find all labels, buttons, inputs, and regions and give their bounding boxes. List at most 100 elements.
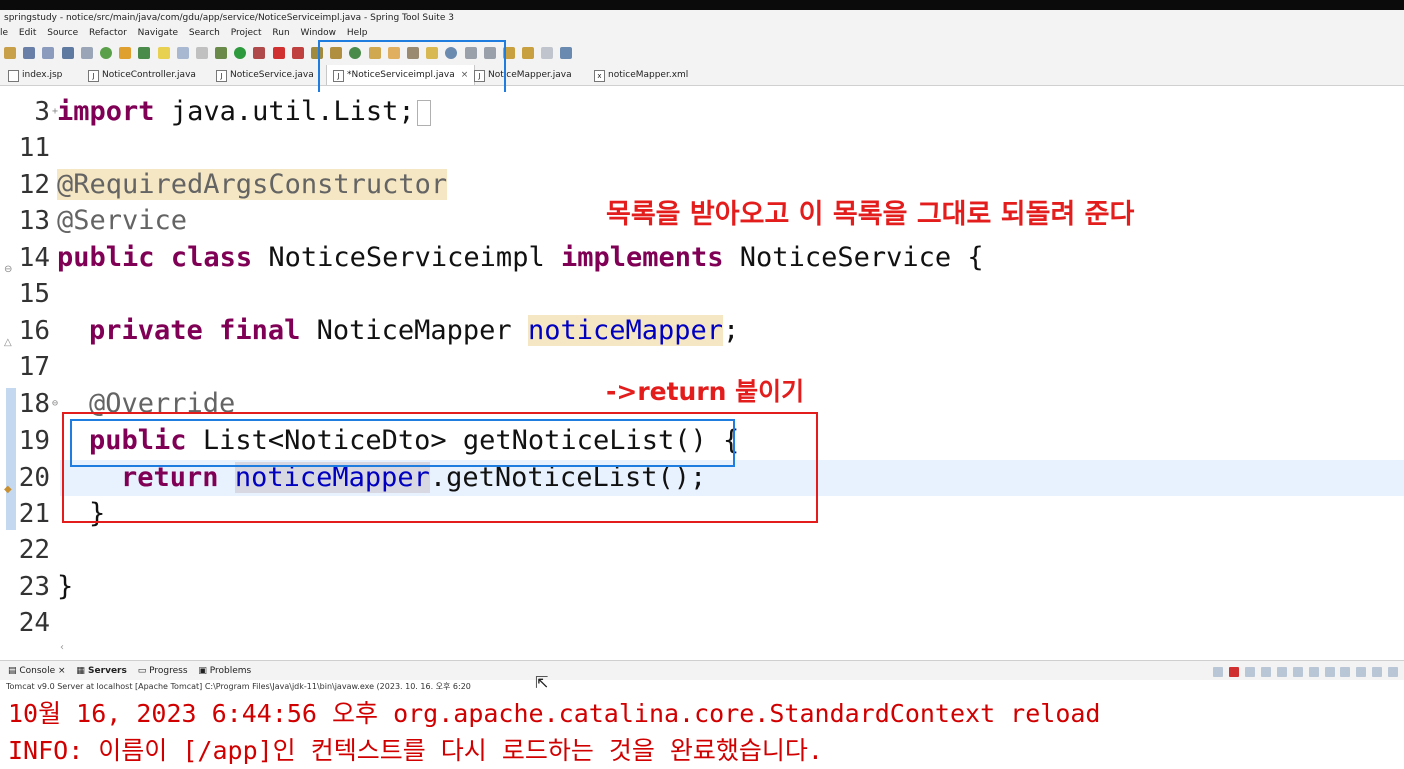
collapse-icon[interactable]: ⊖ (52, 386, 58, 422)
word-wrap-icon[interactable] (1308, 667, 1319, 677)
tab-servers[interactable]: ▦ Servers (76, 661, 126, 681)
debug-icon[interactable] (215, 47, 228, 59)
tab-label: NoticeController.java (102, 70, 196, 80)
cursor-box (416, 99, 431, 126)
new-icon[interactable] (4, 47, 16, 59)
disconnect-icon[interactable] (1213, 667, 1224, 677)
line-number: 20 (18, 463, 50, 493)
tab-label: noticeMapper.xml (608, 70, 689, 80)
console-icon: ▤ (8, 666, 20, 676)
tab-console[interactable]: ▤ Console × (8, 661, 66, 681)
line-number: 12 (18, 170, 50, 200)
pin-icon[interactable] (138, 47, 151, 59)
run-tool-icon[interactable] (253, 47, 266, 59)
keyword-implements: implements (560, 242, 724, 273)
stop-icon[interactable] (272, 47, 285, 59)
main-toolbar (0, 41, 1404, 65)
menu-window[interactable]: Window (301, 26, 337, 41)
semicolon: ; (723, 315, 740, 346)
menu-run[interactable]: Run (272, 26, 289, 41)
annotation-note-return: ->return 붙이기 (606, 377, 805, 406)
scroll-left-icon[interactable]: ‹ (60, 642, 64, 653)
code-line-11: 11 (0, 130, 50, 166)
back-icon[interactable] (522, 47, 535, 59)
console-line-info: INFO: 이름이 [/app]인 컨텍스트를 다시 로드하는 것을 완료했습니… (8, 736, 823, 765)
clear-console-icon[interactable] (1276, 667, 1287, 677)
close-icon[interactable]: × (58, 666, 66, 676)
show-on-output-icon[interactable] (1324, 667, 1335, 677)
tab-index-jsp[interactable]: index.jsp (8, 65, 62, 85)
code-line-14: ⊖ 14 public class NoticeServiceimpl impl… (0, 240, 984, 276)
forward-icon[interactable] (541, 47, 554, 59)
menu-refactor[interactable]: Refactor (89, 26, 127, 41)
keyword-final: final (219, 315, 301, 346)
keyword-private: private (89, 315, 203, 346)
servers-icon: ▦ (76, 666, 89, 676)
open-perspective-icon[interactable] (560, 47, 573, 59)
tab-progress[interactable]: ▭ Progress (138, 661, 188, 681)
line-number: 24 (18, 608, 50, 638)
code-line-12: 12 @RequiredArgsConstructor (0, 167, 448, 203)
line-number: 16 (18, 316, 50, 346)
tab-notice-controller[interactable]: J NoticeController.java (88, 65, 196, 85)
terminal-icon[interactable] (61, 47, 74, 59)
line-number: 22 (18, 535, 50, 565)
class-name: NoticeServiceimpl (268, 242, 545, 273)
terminate-icon[interactable] (1229, 667, 1240, 677)
console-process-label: Tomcat v9.0 Server at localhost [Apache … (0, 680, 1404, 694)
mouse-cursor-icon: ⇱ (535, 673, 549, 692)
keyword-class: class (170, 242, 253, 273)
code-line-20: ◆ 20 return noticeMapper.getNoticeList()… (0, 460, 706, 496)
code-line-23: 23 } (0, 569, 74, 605)
open-console-icon[interactable] (1388, 667, 1398, 677)
server-icon[interactable] (291, 47, 304, 59)
refresh-icon[interactable] (119, 47, 132, 59)
code-line-13: 13 @Service (0, 203, 187, 239)
save-icon[interactable] (23, 47, 36, 59)
show-on-error-icon[interactable] (1340, 667, 1351, 677)
menu-file[interactable]: le (0, 26, 8, 41)
show-whitespace-icon[interactable] (195, 47, 208, 59)
console-line-reload: 10월 16, 2023 6:44:56 오후 org.apache.catal… (8, 699, 1101, 728)
code-line-18: 18 ⊖ @Override (0, 386, 236, 422)
save-all-icon[interactable] (42, 47, 55, 59)
menu-source[interactable]: Source (47, 26, 78, 41)
screen-top-edge (0, 0, 1404, 10)
code-line-15: 15 (0, 276, 50, 312)
mark-occurrences-icon[interactable] (157, 47, 170, 59)
interface-name: NoticeService { (739, 242, 984, 273)
remove-launch-icon[interactable] (1245, 667, 1256, 677)
tab-label: Progress (149, 666, 188, 676)
skip-breakpoints-icon[interactable] (80, 47, 93, 59)
remove-all-icon[interactable] (1261, 667, 1271, 677)
display-console-icon[interactable] (1372, 667, 1383, 677)
keyword-public: public (57, 242, 155, 273)
closing-brace: } (57, 571, 74, 602)
tab-label: index.jsp (22, 70, 63, 80)
type-notice-mapper: NoticeMapper (316, 315, 512, 346)
menu-edit[interactable]: Edit (19, 26, 36, 41)
menu-navigate[interactable]: Navigate (138, 26, 178, 41)
block-selection-icon[interactable] (176, 47, 189, 59)
line-number: 3 (34, 97, 50, 127)
scroll-lock-icon[interactable] (1292, 667, 1303, 677)
line-number: 23 (18, 572, 50, 602)
field-notice-mapper: noticeMapper (527, 315, 724, 346)
java-file-icon: J (88, 70, 99, 82)
menu-search[interactable]: Search (189, 26, 220, 41)
menu-bar: le Edit Source Refactor Navigate Search … (0, 26, 1404, 41)
line-number: 13 (18, 206, 50, 236)
annotation-note-list: 목록을 받아오고 이 목록을 그대로 되돌려 준다 (606, 199, 1135, 230)
tab-notice-mapper-xml[interactable]: x noticeMapper.xml (594, 65, 688, 85)
spring-boot-icon[interactable] (99, 47, 112, 59)
menu-help[interactable]: Help (347, 26, 368, 41)
menu-project[interactable]: Project (231, 26, 262, 41)
java-file-icon: J (216, 70, 227, 82)
keyword-import: import (57, 96, 155, 127)
tab-label: NoticeService.java (230, 70, 314, 80)
tab-problems[interactable]: ▣ Problems (198, 661, 251, 681)
tab-label: Console (19, 666, 56, 676)
pin-console-icon[interactable] (1356, 667, 1367, 677)
run-icon[interactable] (234, 47, 247, 59)
tab-notice-service[interactable]: J NoticeService.java (216, 65, 314, 85)
